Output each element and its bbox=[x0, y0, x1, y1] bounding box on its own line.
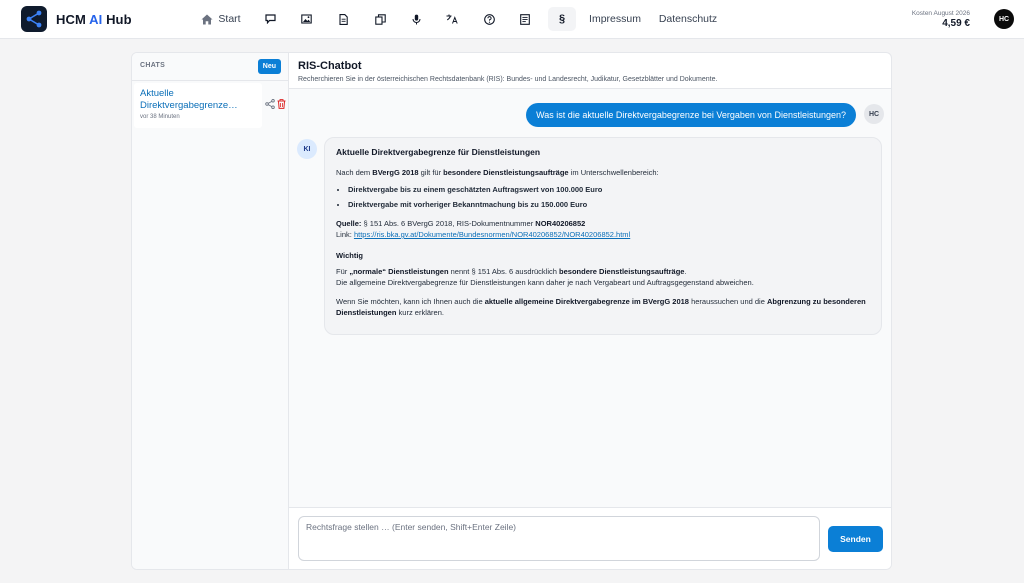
main-card: CHATS Neu Aktuelle Direktvergabegrenze… … bbox=[131, 52, 892, 570]
help-icon bbox=[483, 13, 495, 25]
trash-icon[interactable] bbox=[277, 99, 286, 109]
nav-chat[interactable] bbox=[256, 7, 284, 31]
nav-help[interactable] bbox=[475, 7, 503, 31]
nav-datenschutz-label: Datenschutz bbox=[658, 13, 718, 25]
composer: Senden bbox=[289, 507, 891, 569]
brand-suffix: Hub bbox=[106, 12, 132, 27]
brand-ai: AI bbox=[89, 12, 103, 27]
nav-image[interactable] bbox=[292, 7, 320, 31]
cost-value: 4,59 € bbox=[942, 18, 970, 29]
chat-sidebar: CHATS Neu Aktuelle Direktvergabegrenze… … bbox=[132, 53, 289, 569]
new-chat-button[interactable]: Neu bbox=[257, 59, 281, 74]
answer-bullets: Direktvergabe bis zu einem geschätzten A… bbox=[348, 184, 870, 210]
logo[interactable] bbox=[21, 6, 47, 32]
share-icon[interactable] bbox=[265, 99, 275, 109]
cost-display: Kosten August 2026 4,59 € bbox=[912, 9, 970, 30]
answer-bullet: Direktvergabe mit vorheriger Bekanntmach… bbox=[348, 199, 870, 210]
answer-bullet: Direktvergabe bis zu einem geschätzten A… bbox=[348, 184, 870, 195]
brand-name: HCM AI Hub bbox=[56, 12, 132, 27]
message-list[interactable]: Was ist die aktuelle Direktvergabegrenze… bbox=[289, 89, 891, 507]
user-message: Was ist die aktuelle Direktvergabegrenze… bbox=[526, 103, 856, 127]
user-avatar-menu[interactable]: HC bbox=[994, 9, 1014, 29]
document-icon bbox=[338, 13, 348, 25]
chat-item-title: Aktuelle Direktvergabegrenze… bbox=[140, 88, 238, 111]
copy-icon bbox=[374, 13, 386, 25]
image-icon bbox=[300, 14, 312, 24]
ki-avatar: KI bbox=[297, 139, 317, 159]
nav-document[interactable] bbox=[329, 7, 357, 31]
sidebar-header: CHATS Neu bbox=[132, 53, 289, 81]
answer-source: Quelle: § 151 Abs. 6 BVergG 2018, RIS-Do… bbox=[336, 219, 586, 228]
answer-offer: Wenn Sie möchten, kann ich Ihnen auch di… bbox=[336, 297, 866, 317]
chat-icon bbox=[264, 14, 276, 24]
nav-translate[interactable] bbox=[438, 7, 466, 31]
nav-start-label: Start bbox=[218, 13, 241, 25]
answer-link[interactable]: https://ris.bka.gv.at/Dokumente/Bundesno… bbox=[354, 230, 630, 239]
question-input[interactable] bbox=[298, 516, 820, 561]
translate-icon bbox=[446, 14, 458, 24]
home-icon bbox=[201, 14, 213, 24]
chat-title: RIS-Chatbot bbox=[298, 60, 362, 72]
ki-answer: Aktuelle Direktvergabegrenze für Dienstl… bbox=[324, 137, 882, 335]
nav-paragraph[interactable]: § bbox=[548, 7, 576, 31]
chat-subtitle: Recherchieren Sie in der österreichische… bbox=[298, 76, 718, 83]
answer-wichtig-heading: Wichtig bbox=[336, 251, 364, 260]
nav-datenschutz[interactable]: Datenschutz bbox=[657, 7, 719, 31]
notes-icon bbox=[520, 13, 530, 25]
chat-list-item[interactable]: Aktuelle Direktvergabegrenze… vor 38 Min… bbox=[134, 83, 262, 128]
answer-intro: Nach dem BVergG 2018 gilt für besondere … bbox=[336, 168, 659, 177]
nav-copy[interactable] bbox=[366, 7, 394, 31]
nav-impressum-label: Impressum bbox=[589, 13, 641, 25]
sidebar-title: CHATS bbox=[140, 62, 166, 69]
microphone-icon bbox=[412, 14, 420, 24]
nav-start[interactable]: Start bbox=[197, 7, 245, 31]
brand-prefix: HCM bbox=[56, 12, 86, 27]
send-button[interactable]: Senden bbox=[828, 526, 883, 552]
paragraph-icon: § bbox=[558, 13, 566, 25]
cost-label: Kosten August 2026 bbox=[911, 10, 970, 17]
nav-microphone[interactable] bbox=[402, 7, 430, 31]
share-nodes-logo-icon bbox=[26, 10, 42, 28]
answer-link-line: Link: https://ris.bka.gv.at/Dokumente/Bu… bbox=[336, 230, 631, 239]
answer-heading: Aktuelle Direktvergabegrenze für Dienstl… bbox=[336, 147, 541, 157]
top-bar: HCM AI Hub Start § Impressum Datenschutz… bbox=[0, 0, 1024, 39]
chat-item-time: vor 38 Minuten bbox=[140, 114, 180, 120]
chat-header: RIS-Chatbot Recherchieren Sie in der öst… bbox=[289, 53, 891, 89]
nav-notes[interactable] bbox=[511, 7, 539, 31]
nav-impressum[interactable]: Impressum bbox=[588, 7, 642, 31]
answer-wichtig-line-2: Die allgemeine Direktvergabegrenze für D… bbox=[336, 278, 754, 287]
user-avatar: HC bbox=[864, 104, 884, 124]
answer-wichtig-line-1: Für „normale“ Dienstleistungen nennt § 1… bbox=[336, 267, 687, 276]
